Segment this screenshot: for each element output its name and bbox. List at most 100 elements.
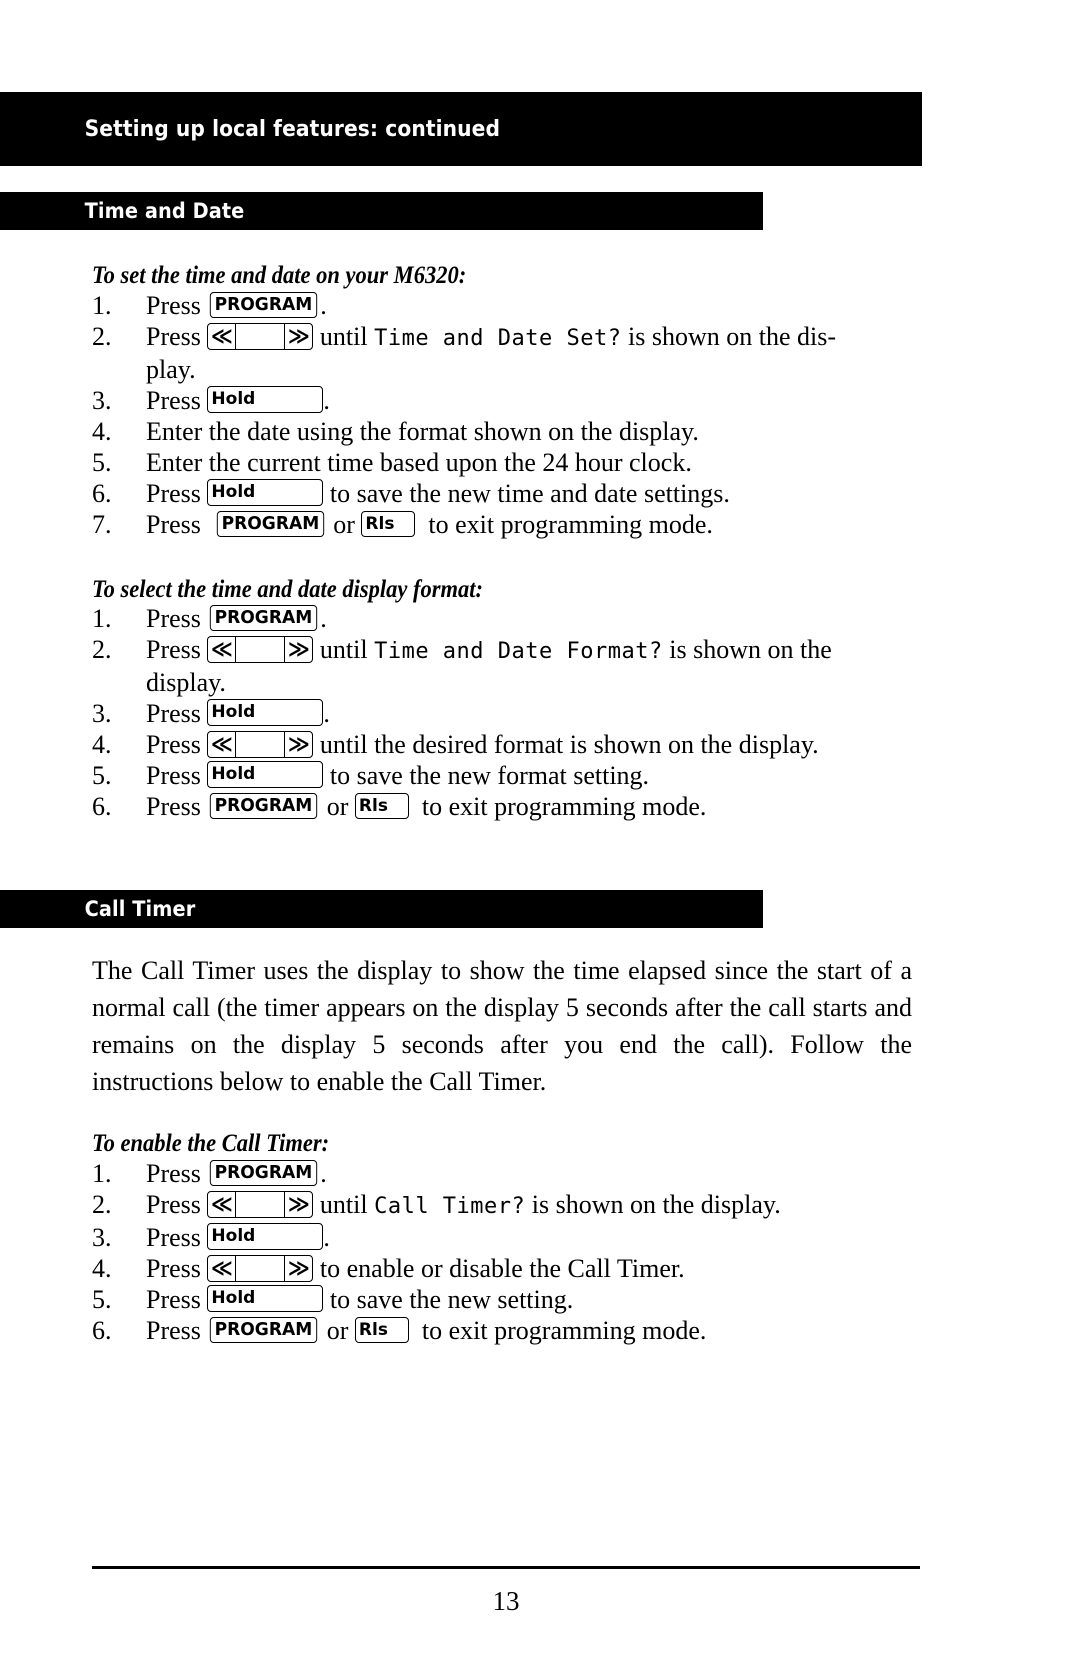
step-text: Press Hold.: [146, 698, 912, 729]
step-text: Press PROGRAM or Rls to exit programming…: [146, 1315, 912, 1346]
step-number: 5.: [92, 1284, 112, 1314]
instruction-step: 5. Enter the current time based upon the …: [92, 447, 912, 478]
chevron-right-icon[interactable]: ≫: [284, 732, 312, 757]
step-text: Press ≪ ≫ until Time and Date Set? is sho…: [146, 321, 912, 385]
chevron-left-icon[interactable]: ≪: [208, 1255, 237, 1281]
instruction-step: 2. Press ≪ ≫ until Time and Date Set? is s…: [92, 321, 912, 385]
program-key[interactable]: PROGRAM: [210, 1159, 318, 1186]
step-text-run: Press: [146, 321, 208, 351]
step-text-run: Press: [146, 1253, 208, 1283]
nav-rocker-key[interactable]: ≪ ≫: [207, 322, 314, 350]
footer-divider: [92, 1566, 920, 1569]
step-number: 4.: [92, 416, 112, 446]
hold-key[interactable]: Hold: [207, 699, 324, 726]
nav-rocker-center: [236, 732, 284, 757]
subsection-heading: To enable the Call Timer:: [92, 1130, 330, 1157]
rls-key[interactable]: Rls: [354, 793, 409, 819]
nav-rocker-key[interactable]: ≪ ≫: [207, 1254, 314, 1282]
phone-display-text: Time and Date Set?: [374, 325, 622, 351]
instruction-step: 6. Press PROGRAM or Rls to exit programmi…: [92, 1315, 912, 1346]
page-header-bar: Setting up local features: continued: [0, 92, 922, 166]
program-key[interactable]: PROGRAM: [210, 793, 318, 819]
step-text: Press ≪ ≫ until Call Timer? is shown on t…: [146, 1189, 912, 1222]
nav-rocker-center: [236, 324, 284, 349]
step-text-run: to exit programming mode.: [415, 509, 713, 539]
hold-key[interactable]: Hold: [207, 1284, 324, 1312]
step-number: 5.: [92, 761, 112, 790]
program-key[interactable]: PROGRAM: [210, 1316, 318, 1343]
section-bar-time-and-date: Time and Date: [0, 192, 763, 230]
rls-key[interactable]: Rls: [361, 510, 416, 537]
step-text-run: to exit programming mode.: [408, 1315, 707, 1345]
nav-rocker-center: [236, 637, 284, 662]
program-key[interactable]: PROGRAM: [216, 510, 324, 537]
hold-key[interactable]: Hold: [207, 1222, 324, 1250]
instruction-step: 2. Press ≪ ≫ until Call Timer? is shown on…: [92, 1189, 912, 1222]
step-text-run: Press: [146, 1222, 208, 1252]
nav-rocker-key[interactable]: ≪ ≫: [207, 1190, 314, 1218]
step-text: Press PROGRAM or Rls to exit programming…: [146, 509, 912, 540]
step-text: Press PROGRAM.: [146, 603, 912, 634]
step-text: Enter the current time based upon the 24…: [146, 447, 912, 478]
manual-page: Setting up local features: continued Tim…: [0, 0, 1080, 1669]
step-text-run: .: [323, 385, 330, 415]
rls-key[interactable]: Rls: [354, 1316, 409, 1343]
step-text-run: is shown on the dis-: [621, 321, 836, 351]
chevron-right-icon[interactable]: ≫: [284, 1191, 312, 1217]
instruction-list: 1. Press PROGRAM. 2. Press ≪ ≫ until Time an…: [92, 290, 912, 540]
chevron-left-icon[interactable]: ≪: [208, 323, 237, 349]
section-title: Call Timer: [84, 897, 196, 921]
step-text-run: to save the new format setting.: [323, 761, 650, 790]
step-text-run: .: [320, 290, 327, 320]
step-text-run: Press: [146, 635, 208, 664]
chevron-right-icon[interactable]: ≫: [284, 637, 312, 662]
program-key[interactable]: PROGRAM: [210, 291, 318, 318]
instruction-step: 3. Press Hold.: [92, 385, 912, 416]
instruction-step: 1. Press PROGRAM.: [92, 603, 912, 634]
step-text-run: or: [320, 792, 355, 821]
hold-key[interactable]: Hold: [207, 385, 324, 413]
chevron-right-icon[interactable]: ≫: [284, 1255, 312, 1281]
nav-rocker-center: [236, 1192, 284, 1217]
section-bar-call-timer: Call Timer: [0, 890, 763, 928]
step-number: 2.: [92, 1189, 112, 1219]
instruction-step: 7. Press PROGRAM or Rls to exit programmi…: [92, 509, 912, 540]
instruction-step: 5. Press Hold to save the new format sett…: [92, 760, 912, 791]
step-text-run: Press: [146, 730, 208, 759]
step-text-run: Press: [146, 1315, 208, 1345]
step-text: Press Hold to save the new format settin…: [146, 760, 912, 791]
step-text: Press ≪ ≫ until the desired format is sho…: [146, 729, 912, 760]
step-text-run: Press: [146, 290, 208, 320]
step-text-run: Press: [146, 385, 208, 415]
step-text-run: Press: [146, 1189, 208, 1219]
step-number: 4.: [92, 1253, 112, 1283]
step-text-run: to exit programming mode.: [408, 792, 707, 821]
step-text-run: Press: [146, 1158, 208, 1188]
chevron-right-icon[interactable]: ≫: [284, 323, 312, 349]
nav-rocker-center: [236, 1256, 284, 1281]
step-text: Press Hold to save the new setting.: [146, 1284, 912, 1315]
page-title: Setting up local features: continued: [84, 116, 501, 142]
step-number: 3.: [92, 1222, 112, 1252]
step-number: 3.: [92, 699, 112, 728]
chevron-left-icon[interactable]: ≪: [208, 732, 237, 757]
chevron-left-icon[interactable]: ≪: [208, 1191, 237, 1217]
instruction-step: 5. Press Hold to save the new setting.: [92, 1284, 912, 1315]
step-text: Press ≪ ≫ to enable or disable the Call T…: [146, 1253, 912, 1284]
nav-rocker-key[interactable]: ≪ ≫: [207, 731, 314, 758]
step-text-run: until the desired format is shown on the…: [313, 730, 819, 759]
nav-rocker-key[interactable]: ≪ ≫: [207, 636, 314, 663]
subsection: To set the time and date on your M6320: 1…: [92, 262, 912, 540]
subsection-heading: To select the time and date display form…: [92, 575, 484, 603]
step-text-run: or: [326, 509, 362, 539]
step-text-run: Press: [146, 478, 208, 508]
hold-key[interactable]: Hold: [207, 761, 324, 788]
chevron-left-icon[interactable]: ≪: [208, 637, 237, 662]
page-number: 13: [492, 1586, 520, 1616]
hold-key[interactable]: Hold: [207, 478, 324, 506]
program-key[interactable]: PROGRAM: [210, 605, 318, 631]
step-text-run: until: [313, 1189, 375, 1219]
section-body-time-and-date: To set the time and date on your M6320: 1…: [92, 262, 912, 822]
step-text: Press PROGRAM or Rls to exit programming…: [146, 791, 912, 822]
step-number: 1.: [92, 1158, 112, 1188]
